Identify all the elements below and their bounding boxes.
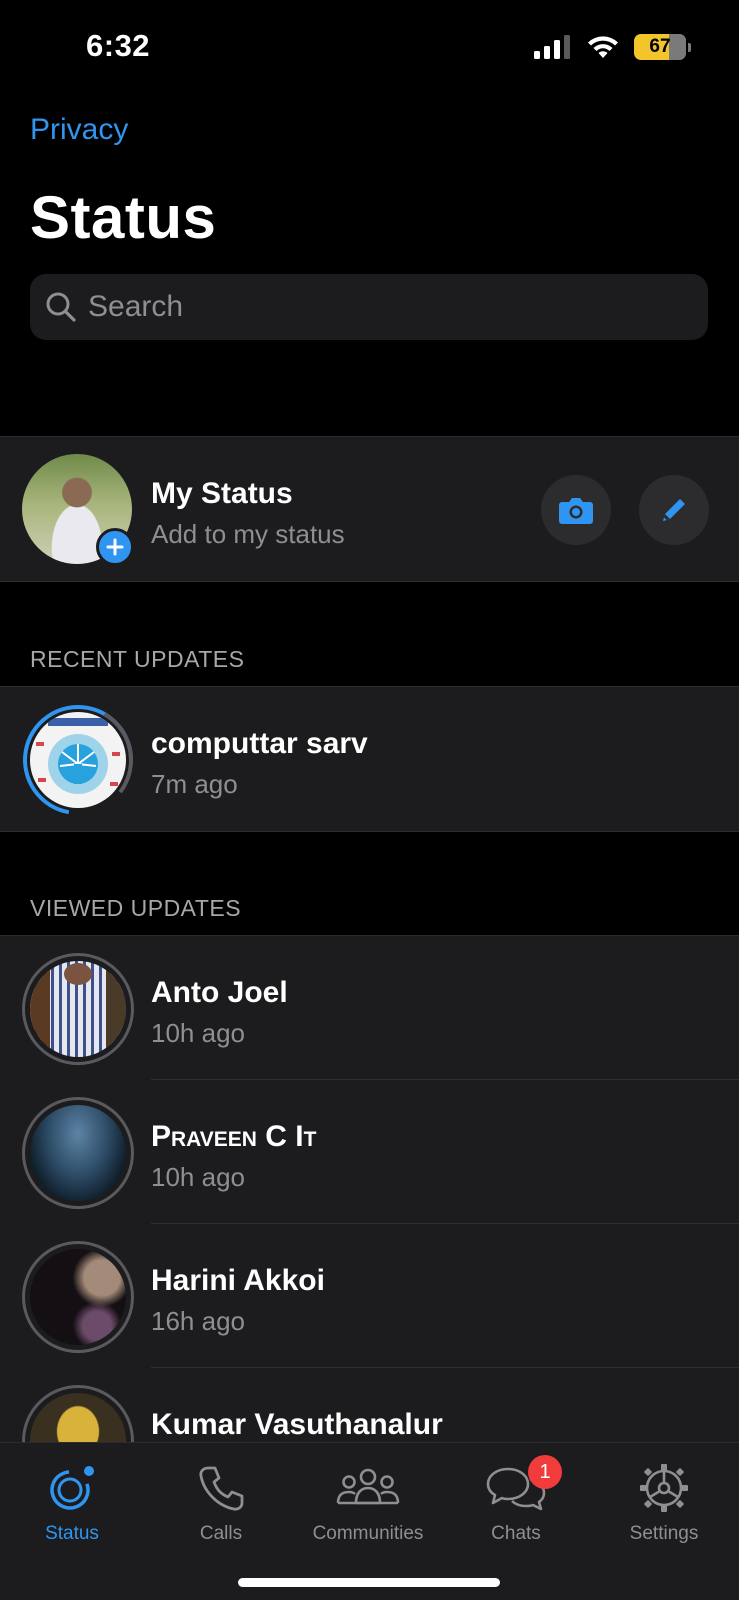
tab-label: Settings <box>629 1523 699 1544</box>
tab-label: Communities <box>312 1523 424 1544</box>
unread-badge: 1 <box>528 1455 562 1489</box>
status-time: 16h ago <box>151 1306 245 1336</box>
viewed-updates-panel: Anto Joel 10h ago Praveen C It 10h ago H… <box>0 935 739 1442</box>
my-status-subtitle: Add to my status <box>151 519 345 549</box>
avatar <box>22 1097 134 1209</box>
status-time: 10h ago <box>151 1018 245 1048</box>
section-header-recent: RECENT UPDATES <box>30 646 245 672</box>
add-status-plus-icon[interactable] <box>96 528 134 566</box>
status-row[interactable]: Praveen C It 10h ago <box>0 1080 739 1224</box>
avatar <box>22 953 134 1065</box>
back-link-privacy[interactable]: Privacy <box>30 113 128 147</box>
tab-calls[interactable]: Calls <box>151 1461 291 1545</box>
search-icon <box>46 292 76 322</box>
communities-icon <box>336 1468 400 1505</box>
tab-label: Chats <box>491 1523 541 1544</box>
status-icons: 67 <box>534 34 691 60</box>
status-time: 7m ago <box>151 769 238 799</box>
clock: 6:32 <box>86 28 151 63</box>
tab-bar: Status Calls Communities 1 Chats Setting… <box>0 1442 739 1600</box>
recent-updates-panel: computtar sarv 7m ago <box>0 686 739 832</box>
search-input[interactable] <box>88 290 668 324</box>
status-row[interactable]: Kumar Vasuthanalur <box>0 1368 739 1442</box>
tab-status[interactable]: Status <box>2 1461 142 1545</box>
tab-label: Calls <box>199 1523 243 1544</box>
contact-name: computtar sarv <box>151 727 368 760</box>
contact-name: Praveen C It <box>151 1120 317 1153</box>
avatar <box>22 1385 134 1442</box>
my-status-row[interactable]: My Status Add to my status <box>0 437 739 581</box>
page-title: Status <box>30 184 217 251</box>
section-header-viewed: VIEWED UPDATES <box>30 895 242 921</box>
my-status-panel: My Status Add to my status <box>0 436 739 582</box>
home-indicator[interactable] <box>238 1578 500 1587</box>
contact-name: Harini Akkoi <box>151 1264 325 1297</box>
phone-icon <box>199 1466 244 1511</box>
tab-label: Status <box>45 1523 99 1544</box>
battery-indicator: 67 <box>634 34 686 60</box>
edit-text-status-button[interactable] <box>639 475 709 545</box>
camera-button[interactable] <box>541 475 611 545</box>
wifi-icon <box>588 36 618 58</box>
cellular-signal-icon <box>534 35 570 59</box>
camera-icon <box>559 498 593 524</box>
gear-icon <box>640 1464 688 1512</box>
tab-communities[interactable]: Communities <box>298 1461 438 1545</box>
status-icon <box>50 1466 94 1510</box>
status-row[interactable]: Harini Akkoi 16h ago <box>0 1224 739 1368</box>
avatar-with-unviewed-ring <box>22 704 134 816</box>
status-bar: 6:32 67 <box>0 0 739 100</box>
status-row[interactable]: Anto Joel 10h ago <box>0 936 739 1080</box>
status-time: 10h ago <box>151 1162 245 1192</box>
pencil-icon <box>663 499 685 521</box>
tab-settings[interactable]: Settings <box>594 1461 734 1545</box>
contact-name: Anto Joel <box>151 976 288 1009</box>
my-status-name: My Status <box>151 477 293 510</box>
status-row[interactable]: computtar sarv 7m ago <box>0 687 739 831</box>
battery-cap <box>688 42 691 52</box>
avatar <box>22 454 134 566</box>
tab-chats[interactable]: 1 Chats <box>446 1455 586 1545</box>
contact-name: Kumar Vasuthanalur <box>151 1408 443 1441</box>
search-bar[interactable] <box>30 274 708 340</box>
avatar <box>22 1241 134 1353</box>
